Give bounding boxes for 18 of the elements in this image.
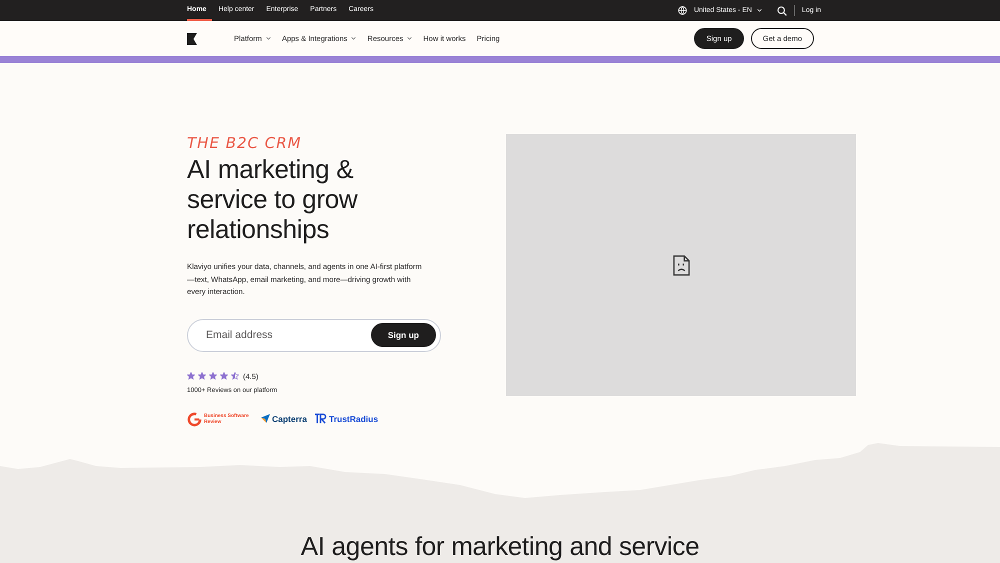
sign-up-button[interactable]: Sign up xyxy=(370,323,436,347)
logo-icon[interactable] xyxy=(187,32,197,44)
email-field[interactable]: Email address Sign up xyxy=(187,318,441,352)
caret-icon xyxy=(756,9,762,12)
g2-logo-icon xyxy=(187,410,202,426)
caret-icon xyxy=(407,37,412,40)
badge-label: TrustRadius xyxy=(328,414,378,424)
section-title: AI agents for marketing and service xyxy=(0,503,1000,563)
broken-image-icon xyxy=(672,254,690,276)
tr-logo-icon xyxy=(314,413,327,424)
badge-label: Capterra xyxy=(272,414,307,424)
caret-icon xyxy=(266,37,271,40)
eyebrow-text: THE B2C CRM xyxy=(187,134,303,152)
arrow-logo-icon xyxy=(261,414,270,423)
globe-icon xyxy=(678,6,687,15)
search-icon[interactable] xyxy=(776,6,787,16)
caret-icon xyxy=(351,37,356,40)
hero-title: AI marketing & service to grow relationships xyxy=(187,154,359,244)
